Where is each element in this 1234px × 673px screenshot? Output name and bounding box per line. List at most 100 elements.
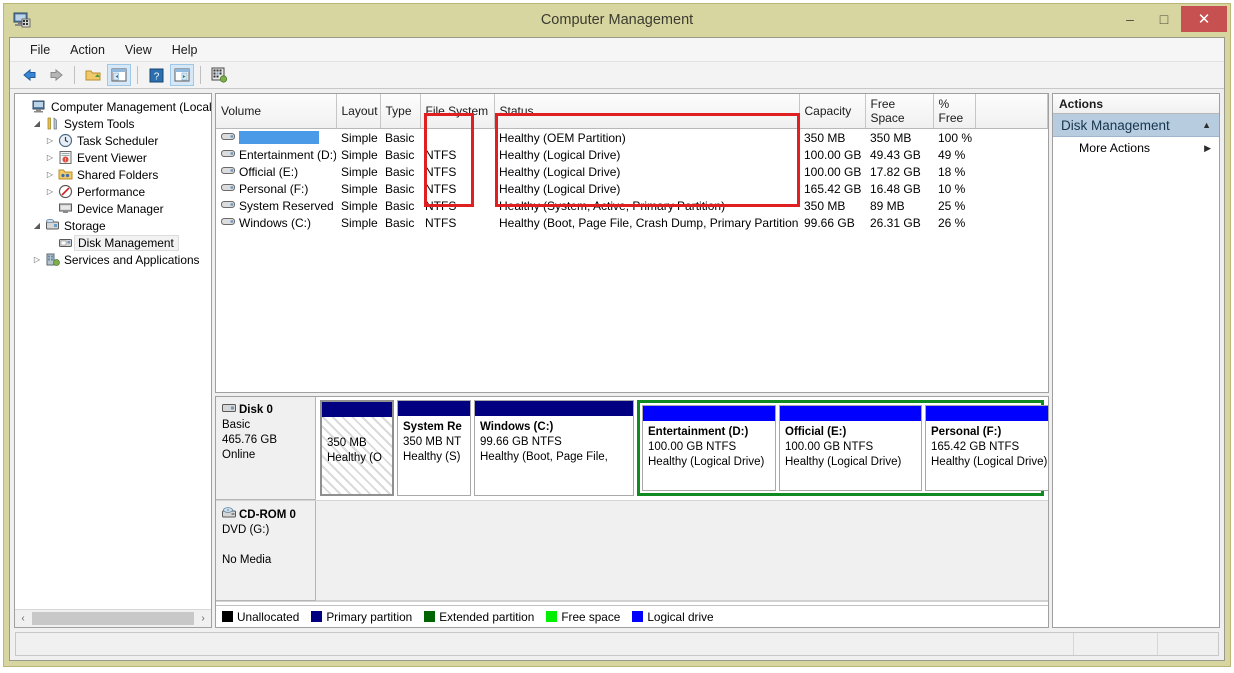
expander-collapsed-icon[interactable]: ▷ [30, 255, 44, 264]
menu-action[interactable]: Action [60, 40, 115, 60]
show-console-tree-button[interactable] [107, 64, 131, 86]
status-bar-cell-1 [1074, 633, 1158, 655]
volume-row[interactable]: Windows (C:) Simple Basic NTFS Healthy (Boot… [216, 214, 1048, 231]
partition-block[interactable]: Personal (F:) 165.42 GB NTFS Healthy (Logi… [925, 405, 1048, 491]
partition-size: 100.00 GB NTFS [648, 441, 737, 453]
cdrom0-info[interactable]: CD-ROM 0 DVD (G:) No Media [216, 501, 316, 601]
legend-label: Extended partition [439, 609, 535, 624]
legend-label: Logical drive [647, 609, 714, 624]
volume-cell[interactable] [216, 129, 336, 146]
partition-block[interactable]: Windows (C:) 99.66 GB NTFS Healthy (Boot, … [474, 400, 634, 496]
column-header-file-system[interactable]: File System [420, 94, 495, 129]
tree-item-performance[interactable]: ▷ Performance [17, 183, 211, 200]
volume-row[interactable]: Simple Basic Healthy (OEM Partition) 350 MB… [216, 129, 1048, 147]
layout-cell: Simple [341, 181, 378, 196]
percent-free-cell: 25 % [938, 198, 966, 213]
chevron-right-icon: ▶ [1204, 142, 1211, 153]
panes-container: Computer Management (Local) ◢ System Tools… [10, 89, 1224, 632]
volume-row[interactable]: System Reserved Simple Basic NTFS Healthy (S… [216, 197, 1048, 214]
tree-item-system-tools[interactable]: ◢ System Tools [17, 115, 211, 132]
services-icon [44, 252, 61, 267]
tree-item-storage[interactable]: ◢ Storage [17, 217, 211, 234]
tools-icon [44, 116, 61, 131]
column-header-status[interactable]: Status [494, 94, 800, 129]
actions-item-more-actions[interactable]: More Actions ▶ [1053, 137, 1219, 159]
expander-collapsed-icon[interactable]: ▷ [43, 136, 57, 145]
partition-block[interactable]: 350 MB Healthy (O [320, 400, 394, 496]
disk0-info[interactable]: Disk 0 Basic 465.76 GB Online [216, 397, 316, 500]
blank-cell [975, 180, 1048, 197]
back-button[interactable] [18, 64, 42, 86]
scroll-left-arrow[interactable]: ‹ [15, 610, 31, 627]
expander-expanded-icon[interactable]: ◢ [30, 119, 44, 128]
menu-bar: File Action View Help [10, 38, 1224, 62]
device-manager-icon [57, 201, 74, 216]
volume-row[interactable]: Official (E:) Simple Basic NTFS Healthy (Log… [216, 163, 1048, 180]
legend-swatch [222, 611, 233, 622]
volume-cell[interactable]: Windows (C:) [216, 214, 336, 231]
partition-type-bar [475, 401, 633, 416]
center-pane: Volume Layout Type File System Status Capacit… [215, 93, 1049, 628]
tree-item-label: Event Viewer [77, 150, 147, 165]
chevron-up-icon[interactable]: ▲ [1202, 120, 1211, 130]
menu-help[interactable]: Help [162, 40, 208, 60]
maximize-button[interactable]: □ [1147, 6, 1181, 32]
column-header-capacity[interactable]: Capacity [799, 94, 866, 129]
close-button[interactable]: ✕ [1181, 6, 1227, 32]
free-space-cell: 17.82 GB [870, 164, 921, 179]
volume-cell[interactable]: Official (E:) [216, 163, 336, 180]
tree-item-label: Disk Management [74, 234, 179, 251]
partition-text: Personal (F:) 165.42 GB NTFS Healthy (Logi… [926, 421, 1048, 490]
extended-partition-group[interactable]: Entertainment (D:) 100.00 GB NTFS Healthy … [637, 400, 1048, 496]
menu-file[interactable]: File [20, 40, 60, 60]
storage-icon [44, 218, 61, 233]
volume-cell[interactable]: Entertainment (D:) [216, 146, 336, 163]
help-button[interactable]: ? [144, 64, 168, 86]
volume-cell[interactable]: System Reserved [216, 197, 336, 214]
up-folder-button[interactable] [81, 64, 105, 86]
scroll-right-arrow[interactable]: › [195, 610, 211, 627]
column-header-volume[interactable]: Volume [216, 94, 337, 129]
forward-button[interactable] [44, 64, 68, 86]
volume-name: Entertainment (D:) [239, 147, 336, 162]
partition-block[interactable]: System Re 350 MB NT Healthy (S) [397, 400, 471, 496]
column-header-blank[interactable] [975, 94, 1048, 129]
properties-button[interactable] [207, 64, 231, 86]
tree-item-services-and-applications[interactable]: ▷ Services and Applications [17, 251, 211, 268]
partition-block[interactable]: Entertainment (D:) 100.00 GB NTFS Healthy … [642, 405, 776, 491]
column-header-layout[interactable]: Layout [336, 94, 381, 129]
volume-row[interactable]: Personal (F:) Simple Basic NTFS Healthy (Log… [216, 180, 1048, 197]
menu-view[interactable]: View [115, 40, 162, 60]
volume-cell[interactable]: Personal (F:) [216, 180, 336, 197]
minimize-button[interactable]: – [1113, 6, 1147, 32]
show-action-pane-button[interactable] [170, 64, 194, 86]
partition-block[interactable]: Official (E:) 100.00 GB NTFS Healthy (Logi… [779, 405, 922, 491]
tree-item-task-scheduler[interactable]: ▷ Task Scheduler [17, 132, 211, 149]
window-controls: – □ ✕ [1113, 6, 1227, 32]
tree-horizontal-scrollbar[interactable]: ‹ › [15, 609, 211, 627]
partition-type-bar [398, 401, 470, 416]
column-header-type[interactable]: Type [380, 94, 421, 129]
scroll-thumb[interactable] [32, 612, 194, 625]
expander-expanded-icon[interactable]: ◢ [30, 221, 44, 230]
partition-name: Official (E:) [785, 426, 847, 438]
actions-current-label: Disk Management [1061, 117, 1170, 133]
volume-row[interactable]: Entertainment (D:) Simple Basic NTFS Healthy… [216, 146, 1048, 163]
tree-item-event-viewer[interactable]: ▷! Event Viewer [17, 149, 211, 166]
expander-collapsed-icon[interactable]: ▷ [43, 153, 57, 162]
column-header-free-space[interactable]: Free Space [865, 94, 934, 129]
expander-collapsed-icon[interactable]: ▷ [43, 170, 57, 179]
shared-folders-icon [57, 167, 74, 182]
tree-item-shared-folders[interactable]: ▷ Shared Folders [17, 166, 211, 183]
tree-item-device-manager[interactable]: Device Manager [17, 200, 211, 217]
disk-graphical-view: Disk 0 Basic 465.76 GB Online 350 MB Heal… [215, 396, 1049, 628]
expander-collapsed-icon[interactable]: ▷ [43, 187, 57, 196]
legend-item-unallocated: Unallocated [222, 610, 299, 624]
column-header--free[interactable]: % Free [933, 94, 976, 129]
actions-current-node[interactable]: Disk Management ▲ [1053, 114, 1219, 137]
blank-cell [975, 163, 1048, 180]
partition-status: Healthy (Logical Drive) [931, 456, 1048, 468]
tree-item-disk-management[interactable]: Disk Management [17, 234, 211, 251]
tree-item-computer-management-local[interactable]: Computer Management (Local) [17, 98, 211, 115]
volume-list[interactable]: Volume Layout Type File System Status Capacit… [215, 93, 1049, 393]
